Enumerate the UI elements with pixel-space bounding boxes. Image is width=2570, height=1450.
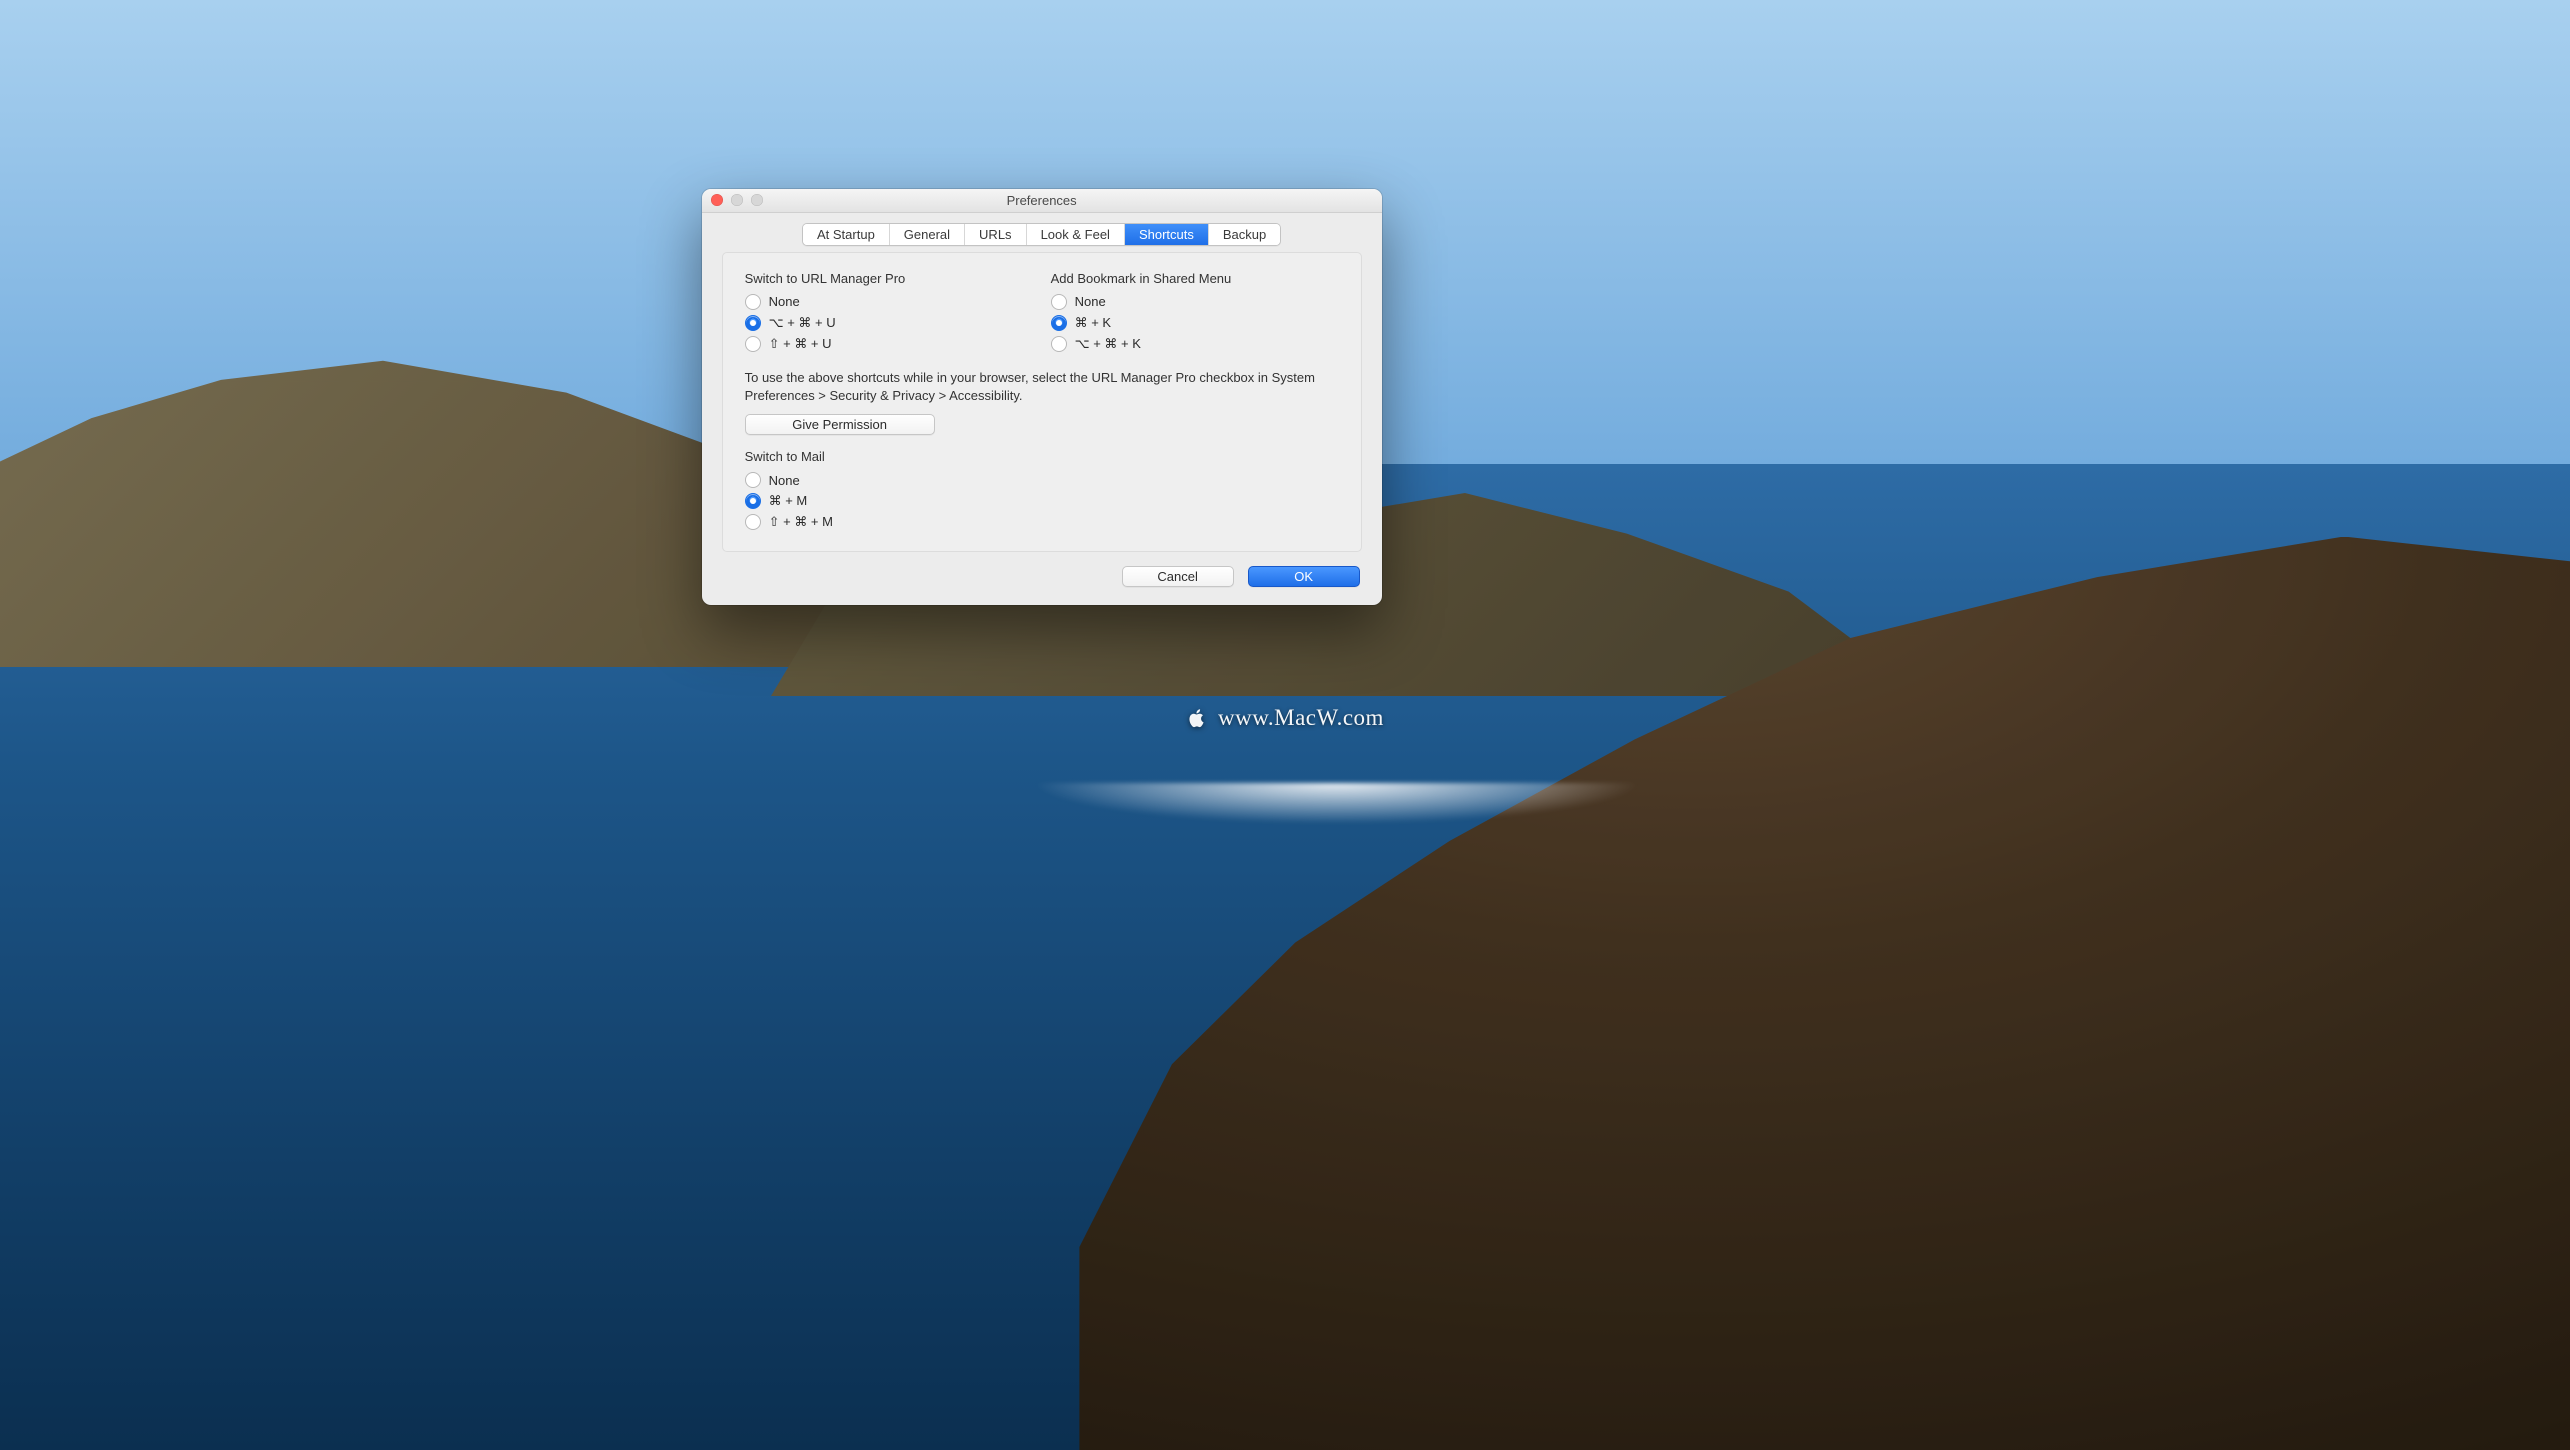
radio-label: ⌥ + ⌘ + K (1075, 336, 1141, 352)
radio-icon (745, 336, 761, 352)
tab-at-startup[interactable]: At Startup (803, 224, 890, 245)
window-close-button[interactable] (711, 194, 723, 206)
accessibility-note: To use the above shortcuts while in your… (745, 369, 1339, 407)
radio-label: ⌘ + M (769, 493, 808, 509)
radio-label: ⌥ + ⌘ + U (769, 315, 836, 331)
radio-icon (745, 294, 761, 310)
radio-label: None (1075, 294, 1106, 309)
radio-label: ⇧ + ⌘ + M (769, 514, 833, 530)
radio-ump-none[interactable]: None (745, 294, 1033, 310)
shortcuts-panel: Switch to URL Manager Pro None ⌥ + ⌘ + U… (722, 252, 1362, 553)
group-title-switch-mail: Switch to Mail (745, 449, 1339, 464)
radio-ump-shift-cmd-u[interactable]: ⇧ + ⌘ + U (745, 336, 1033, 352)
radio-icon (1051, 294, 1067, 310)
cancel-button[interactable]: Cancel (1122, 566, 1234, 587)
radio-icon (1051, 315, 1067, 331)
ok-button[interactable]: OK (1248, 566, 1360, 587)
radio-bookmark-cmd-k[interactable]: ⌘ + K (1051, 315, 1339, 331)
group-title-add-bookmark: Add Bookmark in Shared Menu (1051, 271, 1339, 286)
tab-urls[interactable]: URLs (965, 224, 1027, 245)
window-titlebar[interactable]: Preferences (702, 189, 1382, 213)
dialog-footer: Cancel OK (702, 566, 1382, 605)
group-title-switch-ump: Switch to URL Manager Pro (745, 271, 1033, 286)
window-zoom-button[interactable] (751, 194, 763, 206)
tab-shortcuts[interactable]: Shortcuts (1125, 224, 1209, 245)
radio-icon (1051, 336, 1067, 352)
tab-look-feel[interactable]: Look & Feel (1027, 224, 1125, 245)
radio-icon (745, 493, 761, 509)
radio-mail-cmd-m[interactable]: ⌘ + M (745, 493, 1339, 509)
radio-icon (745, 514, 761, 530)
radio-label: ⇧ + ⌘ + U (769, 336, 832, 352)
window-minimize-button[interactable] (731, 194, 743, 206)
radio-bookmark-none[interactable]: None (1051, 294, 1339, 310)
radio-ump-opt-cmd-u[interactable]: ⌥ + ⌘ + U (745, 315, 1033, 331)
group-switch-ump: Switch to URL Manager Pro None ⌥ + ⌘ + U… (745, 271, 1033, 357)
give-permission-button[interactable]: Give Permission (745, 414, 935, 435)
radio-label: ⌘ + K (1075, 315, 1112, 331)
radio-label: None (769, 473, 800, 488)
radio-icon (745, 472, 761, 488)
radio-bookmark-opt-cmd-k[interactable]: ⌥ + ⌘ + K (1051, 336, 1339, 352)
group-add-bookmark: Add Bookmark in Shared Menu None ⌘ + K ⌥… (1051, 271, 1339, 357)
window-title: Preferences (1007, 193, 1077, 208)
radio-mail-none[interactable]: None (745, 472, 1339, 488)
preferences-tabs: At Startup General URLs Look & Feel Shor… (802, 223, 1281, 246)
preferences-window: Preferences At Startup General URLs Look… (702, 189, 1382, 606)
tab-general[interactable]: General (890, 224, 965, 245)
radio-icon (745, 315, 761, 331)
radio-mail-shift-cmd-m[interactable]: ⇧ + ⌘ + M (745, 514, 1339, 530)
tab-backup[interactable]: Backup (1209, 224, 1280, 245)
radio-label: None (769, 294, 800, 309)
